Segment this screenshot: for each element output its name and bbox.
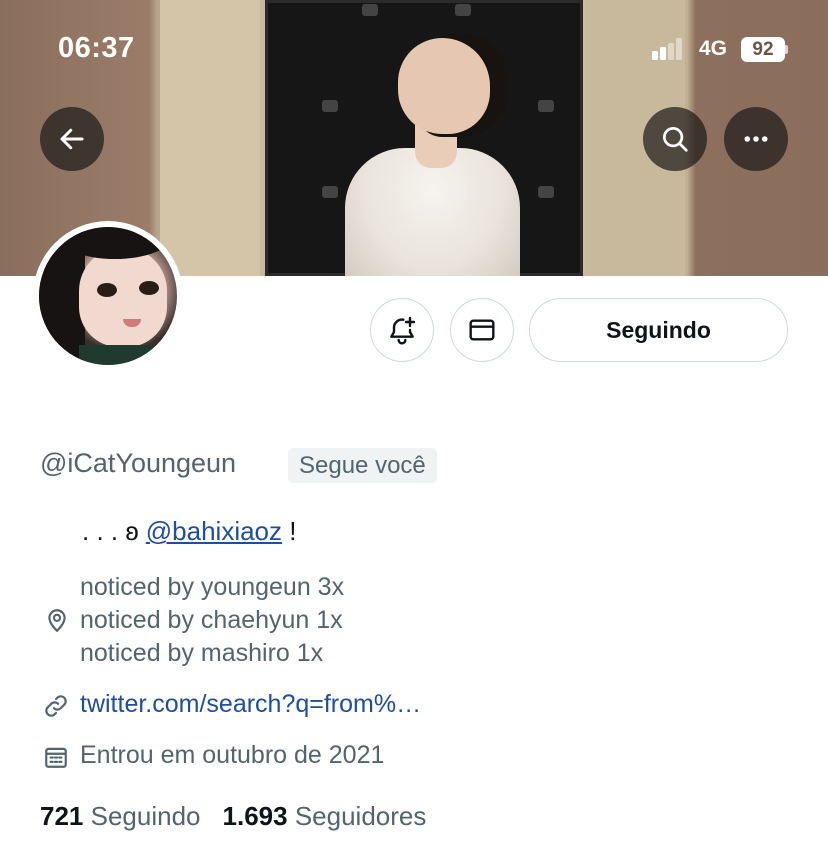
envelope-icon (469, 319, 495, 341)
calendar-icon (45, 747, 67, 768)
more-horizontal-icon (744, 136, 768, 142)
location-line: noticed by mashiro 1x (80, 639, 324, 667)
back-button[interactable] (40, 107, 104, 171)
bio-text: . . . ʚ (82, 516, 146, 546)
banner-pillar (160, 0, 260, 276)
banner-door-stud (322, 100, 338, 112)
followers-count: 1.693 (222, 801, 288, 831)
avatar-image (39, 227, 177, 365)
profile-website-link[interactable]: twitter.com/search?q=from%… (80, 690, 421, 719)
following-stat[interactable]: 721 Seguindo (40, 801, 201, 831)
following-button[interactable]: Seguindo (529, 298, 788, 362)
search-icon (663, 127, 688, 152)
bio-text: ! (282, 516, 297, 546)
bell-plus-icon (390, 316, 416, 345)
battery-icon: 92 (741, 37, 788, 62)
banner-door-stud (322, 186, 338, 198)
location-icon (48, 609, 66, 632)
link-icon (45, 695, 67, 717)
follows-you-badge: Segue você (288, 448, 437, 483)
banner-door-stud (455, 4, 471, 16)
followers-label: Seguidores (294, 801, 427, 831)
banner-door-stud (538, 100, 554, 112)
profile-join-date: Entrou em outubro de 2021 (80, 741, 385, 769)
message-button[interactable] (450, 298, 514, 362)
profile-handle: @iCatYoungeun (40, 448, 237, 478)
notifications-button[interactable] (370, 298, 434, 362)
bio-mention-link[interactable]: @bahixiaoz (146, 516, 282, 546)
arrow-left-icon (60, 128, 84, 150)
network-type: 4G (699, 37, 728, 60)
cellular-signal-icon (652, 38, 690, 60)
status-time: 06:37 (58, 32, 135, 64)
search-button[interactable] (643, 107, 707, 171)
avatar[interactable] (33, 221, 183, 371)
profile-stats: 721 Seguindo 1.693 Seguidores (40, 801, 426, 832)
profile-location: noticed by youngeun 3x noticed by chaehy… (80, 571, 344, 670)
profile-bio: . . . ʚ @bahixiaoz ! (82, 516, 296, 547)
following-label: Seguindo (90, 801, 201, 831)
location-line: noticed by chaehyun 1x (80, 606, 343, 634)
battery-level: 92 (741, 37, 785, 62)
banner-door-stud (362, 4, 378, 16)
more-button[interactable] (724, 107, 788, 171)
following-count: 721 (40, 801, 84, 831)
banner-door-stud (538, 186, 554, 198)
followers-stat[interactable]: 1.693 Seguidores (223, 801, 427, 831)
banner-figure-face (398, 38, 490, 134)
location-line: noticed by youngeun 3x (80, 573, 345, 601)
